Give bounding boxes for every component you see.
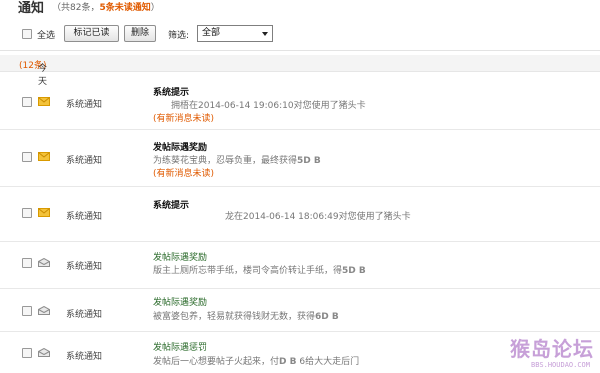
- row-checkbox[interactable]: [22, 208, 32, 218]
- page-title: 通知: [18, 1, 45, 16]
- new-message-flag[interactable]: (有新消息未读): [153, 166, 214, 179]
- reward-amount: 6D B: [315, 312, 339, 322]
- filter-select[interactable]: 全部: [197, 25, 273, 42]
- select-all-label[interactable]: 全选: [37, 28, 55, 41]
- message-body: 为练葵花宝典，忍辱负重，最终获得5D B: [153, 153, 321, 166]
- message-row[interactable]: 系统通知 发帖际遇奖励 为练葵花宝典，忍辱负重，最终获得5D B (有新消息未读…: [0, 130, 600, 187]
- message-category: 系统通知: [66, 262, 103, 272]
- body-text: 版主上厕所忘带手纸，楼司令高价转让手纸，得: [153, 266, 343, 276]
- row-checkbox[interactable]: [22, 348, 32, 358]
- body-text: 为练葵花宝典，忍辱负重，最终获得: [153, 156, 298, 166]
- filter-select-value: 全部: [202, 28, 221, 38]
- message-title[interactable]: 发帖际遇奖励: [153, 140, 207, 153]
- body-text-tail: 6给大大走后门: [296, 357, 360, 367]
- row-checkbox[interactable]: [22, 306, 32, 316]
- watermark-url: BBS.HOUDAO.COM: [530, 361, 590, 369]
- select-all-checkbox[interactable]: [22, 29, 32, 39]
- message-body: 版主上厕所忘带手纸，楼司令高价转让手纸，得5D B: [153, 263, 366, 276]
- message-category: 系统通知: [66, 156, 103, 166]
- site-watermark-logo: 猴岛论坛 BBS.HOUDAO.COM: [500, 335, 594, 369]
- message-title[interactable]: 发帖际遇奖励: [153, 295, 207, 308]
- delete-button[interactable]: 删除: [124, 25, 156, 42]
- message-category: 系统通知: [66, 212, 103, 222]
- body-text: 发帖后一心想要帖子火起来，付: [153, 357, 280, 367]
- message-body: 拥梧在2014-06-14 19:06:10对您使用了猪头卡: [153, 101, 366, 111]
- envelope-unread-icon: [38, 152, 50, 161]
- group-header-today: 今天 (12条): [0, 55, 600, 87]
- message-category: 系统通知: [66, 100, 103, 110]
- envelope-read-icon: [38, 348, 50, 357]
- filter-label: 筛选:: [168, 31, 190, 41]
- mark-read-button[interactable]: 标记已读: [64, 25, 119, 42]
- divider: [0, 50, 600, 51]
- envelope-unread-icon: [38, 208, 50, 217]
- notification-count: （共82条，5条未读通知）: [52, 0, 160, 13]
- message-category: 系统通知: [66, 352, 103, 362]
- message-title[interactable]: 发帖际遇惩罚: [153, 340, 207, 353]
- message-body: 被富婆包养，轻易就获得钱财无数，获得6D B: [153, 309, 339, 322]
- unread-count[interactable]: 5条未读通知: [99, 3, 150, 13]
- count-suffix: ）: [150, 3, 160, 13]
- page-header: 通知 （共82条，5条未读通知）: [0, 0, 600, 18]
- row-checkbox[interactable]: [22, 258, 32, 268]
- count-prefix: （共82条，: [52, 3, 100, 13]
- message-category: 系统通知: [66, 310, 103, 320]
- message-title[interactable]: 发帖际遇奖励: [153, 250, 207, 263]
- envelope-read-icon: [38, 258, 50, 267]
- watermark-text: 猴岛论坛: [510, 337, 594, 361]
- message-body: 发帖后一心想要帖子火起来，付D B 6给大大走后门: [153, 354, 359, 367]
- row-checkbox[interactable]: [22, 97, 32, 107]
- penalty-amount: D B: [279, 357, 297, 367]
- message-row[interactable]: 系统通知 系统提示 龙在2014-06-14 18:06:49对您使用了猪头卡: [0, 187, 600, 242]
- message-row[interactable]: 系统通知 发帖际遇奖励 版主上厕所忘带手纸，楼司令高价转让手纸，得5D B: [0, 242, 600, 289]
- body-text: 被富婆包养，轻易就获得钱财无数，获得: [153, 312, 316, 322]
- group-label: 今天 (12条): [19, 58, 47, 87]
- message-title[interactable]: 系统提示: [153, 85, 189, 98]
- reward-amount: 5D B: [297, 156, 321, 166]
- chevron-down-icon: [262, 32, 268, 36]
- reward-amount: 5D B: [342, 266, 366, 276]
- envelope-unread-icon: [38, 97, 50, 106]
- row-checkbox[interactable]: [22, 152, 32, 162]
- message-row[interactable]: 系统通知 发帖际遇奖励 被富婆包养，轻易就获得钱财无数，获得6D B: [0, 289, 600, 332]
- envelope-read-icon: [38, 306, 50, 315]
- message-row[interactable]: 系统通知 系统提示 拥梧在2014-06-14 19:06:10对您使用了猪头卡…: [0, 73, 600, 130]
- toolbar: 全选 标记已读 删除 筛选: 全部: [0, 22, 600, 48]
- new-message-flag[interactable]: (有新消息未读): [153, 111, 214, 124]
- message-body: 龙在2014-06-14 18:06:49对您使用了猪头卡: [153, 212, 411, 222]
